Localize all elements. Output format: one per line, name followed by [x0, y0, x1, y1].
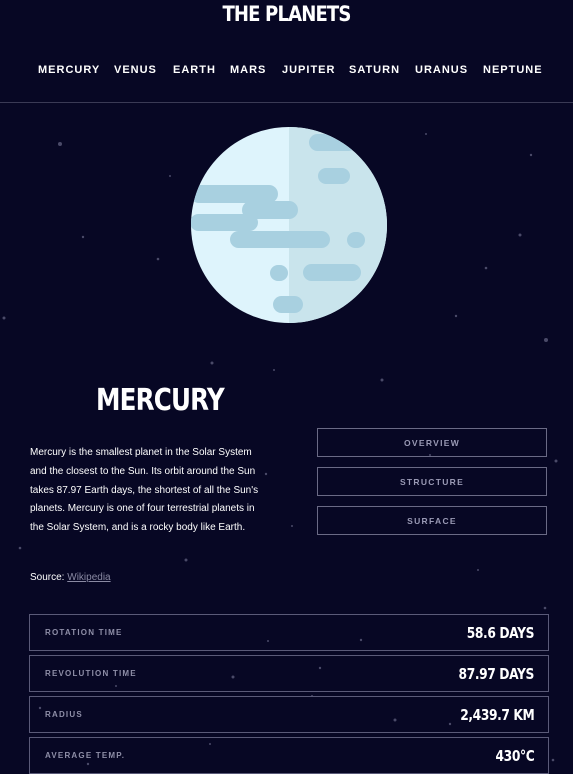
header-divider	[0, 102, 573, 103]
nav-item-uranus[interactable]: URANUS	[415, 64, 468, 76]
site-title: THE PLANETS	[222, 2, 351, 26]
stat-average-temp: AVERAGE TEMP. 430°C	[29, 737, 549, 774]
stat-revolution-time: REVOLUTION TIME 87.97 DAYS	[29, 655, 549, 692]
stat-rotation-time: ROTATION TIME 58.6 DAYS	[29, 614, 549, 651]
nav-item-jupiter[interactable]: JUPITER	[282, 64, 335, 76]
nav-item-mercury[interactable]: MERCURY	[38, 64, 100, 76]
stat-label: ROTATION TIME	[45, 628, 123, 637]
planet-nav: MERCURY VENUS EARTH MARS JUPITER SATURN …	[29, 64, 549, 80]
stat-value: 87.97 DAYS	[458, 664, 535, 683]
source-label: Source:	[30, 572, 65, 583]
nav-item-neptune[interactable]: NEPTUNE	[483, 64, 543, 76]
nav-item-earth[interactable]: EARTH	[173, 64, 216, 76]
source-link[interactable]: Wikipedia	[67, 572, 110, 583]
nav-item-mars[interactable]: MARS	[230, 64, 266, 76]
tab-structure[interactable]: STRUCTURE	[317, 467, 547, 496]
planet-name: MERCURY	[96, 383, 225, 418]
nav-item-venus[interactable]: VENUS	[114, 64, 157, 76]
stat-label: REVOLUTION TIME	[45, 669, 137, 678]
stat-radius: RADIUS 2,439.7 KM	[29, 696, 549, 733]
tab-surface[interactable]: SURFACE	[317, 506, 547, 535]
stat-value: 2,439.7 KM	[459, 705, 535, 724]
tab-overview[interactable]: OVERVIEW	[317, 428, 547, 457]
source-line: Source: Wikipedia	[30, 572, 111, 583]
planet-illustration	[191, 127, 387, 323]
nav-item-saturn[interactable]: SATURN	[349, 64, 400, 76]
stat-value: 430°C	[495, 746, 534, 765]
planet-description: Mercury is the smallest planet in the So…	[30, 447, 259, 534]
stat-value: 58.6 DAYS	[466, 623, 535, 642]
stat-label: AVERAGE TEMP.	[45, 751, 126, 760]
stat-label: RADIUS	[45, 710, 83, 719]
